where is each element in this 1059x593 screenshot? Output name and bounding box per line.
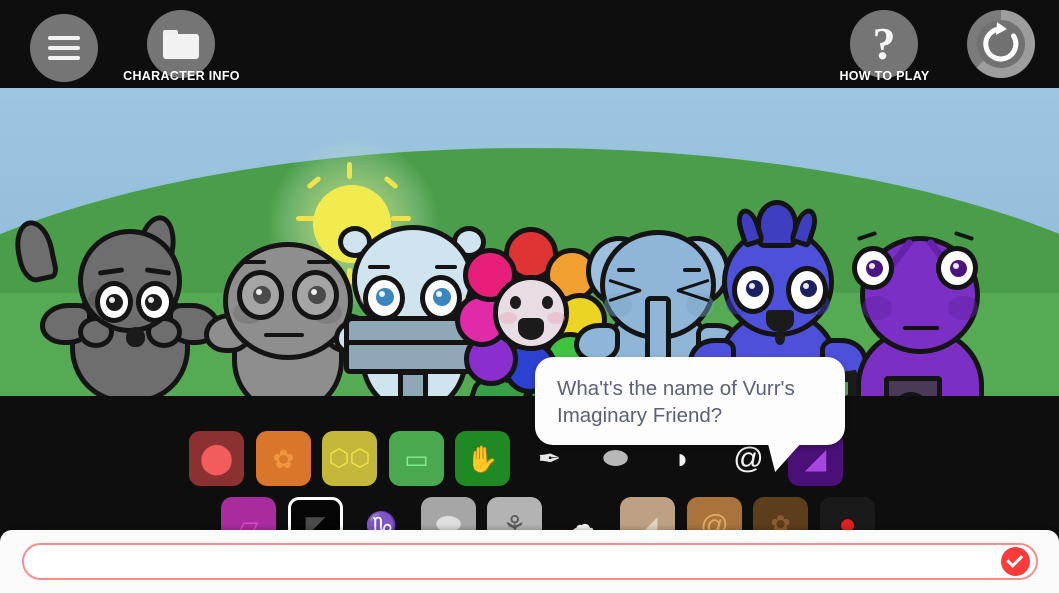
grey-stone-icon: ⬬ <box>435 507 462 530</box>
brown-paw-icon: ✿ <box>770 510 791 530</box>
tan-tooth-item[interactable]: ◢ <box>620 497 675 530</box>
stone-icon: ⬬ <box>602 441 629 475</box>
paw-print-item[interactable]: ✿ <box>256 431 311 486</box>
top-hat-icon: ▭ <box>404 443 429 474</box>
red-dot-icon: ● <box>838 507 857 530</box>
question-mark-icon: ? <box>872 18 896 69</box>
white-cloud-item[interactable]: ☁ <box>554 497 609 530</box>
top-hat-item[interactable]: ▭ <box>389 431 444 486</box>
brown-paw-item[interactable]: ✿ <box>753 497 808 530</box>
feather-icon: ✒ <box>537 442 562 474</box>
item-tray: ⬤ ✿ ⬡⬡ ▭ ✋ ✒ ⬬ ◗ @ ◢ ▱ ◤ ♑ ⬬ ⚘ ☁ ◢ @ ✿ ● <box>0 396 1059 530</box>
magenta-shard-icon: ▱ <box>238 509 259 531</box>
restart-button[interactable] <box>967 10 1035 78</box>
character-info-button[interactable] <box>147 10 215 78</box>
answer-input[interactable] <box>22 543 1038 580</box>
white-claws-icon: ♑ <box>365 509 398 531</box>
grey-twig-icon: ⚘ <box>502 509 527 531</box>
how-to-play-button[interactable]: ? <box>850 10 918 78</box>
game-screen: ⬤ ✿ ⬡⬡ ▭ ✋ ✒ ⬬ ◗ @ ◢ ▱ ◤ ♑ ⬬ ⚘ ☁ ◢ @ ✿ ●… <box>0 0 1059 593</box>
white-claws-item[interactable]: ♑ <box>354 497 409 530</box>
submit-answer-button[interactable] <box>1001 547 1030 576</box>
sun-ray <box>296 216 316 221</box>
magenta-shard-item[interactable]: ▱ <box>221 497 276 530</box>
folder-icon <box>163 29 199 59</box>
flame-icon: ◗ <box>674 442 691 474</box>
dark-shard-item[interactable]: ◤ <box>288 497 343 530</box>
tan-tooth-icon: ◢ <box>637 509 658 531</box>
grey-stone-item[interactable]: ⬬ <box>421 497 476 530</box>
answer-bar <box>0 530 1059 593</box>
red-dot-item[interactable]: ● <box>820 497 875 530</box>
green-hand-item[interactable]: ✋ <box>455 431 510 486</box>
answer-input-wrap <box>22 543 1038 580</box>
spiral-shell-icon: @ <box>733 441 764 475</box>
paw-print-icon: ✿ <box>272 443 295 474</box>
honeycomb-icon: ⬡⬡ <box>328 444 371 472</box>
character-info-label: CHARACTER INFO <box>123 69 240 83</box>
grey-twig-item[interactable]: ⚘ <box>487 497 542 530</box>
speech-bubble: Wha't's the name of Vurr's Imaginary Fri… <box>535 357 845 472</box>
hamburger-menu-icon <box>48 36 80 60</box>
character-scene <box>0 88 1059 396</box>
apple-item[interactable]: ⬤ <box>189 431 244 486</box>
top-bar: CHARACTER INFO ? HOW TO PLAY <box>0 0 1059 88</box>
white-cloud-icon: ☁ <box>567 508 596 530</box>
speech-bubble-text: Wha't's the name of Vurr's Imaginary Fri… <box>557 377 795 427</box>
restart-refresh-icon <box>967 10 1035 78</box>
purple-leaf-icon: ◢ <box>804 442 827 474</box>
sun-ray <box>347 162 352 179</box>
apple-icon: ⬤ <box>199 441 234 475</box>
check-icon <box>1006 550 1024 568</box>
honeycomb-item[interactable]: ⬡⬡ <box>322 431 377 486</box>
dark-shard-icon: ◤ <box>305 509 326 531</box>
brown-swirl-icon: @ <box>700 508 729 530</box>
sun-ray <box>391 216 411 221</box>
green-hand-icon: ✋ <box>466 443 499 474</box>
brown-swirl-item[interactable]: @ <box>687 497 742 530</box>
